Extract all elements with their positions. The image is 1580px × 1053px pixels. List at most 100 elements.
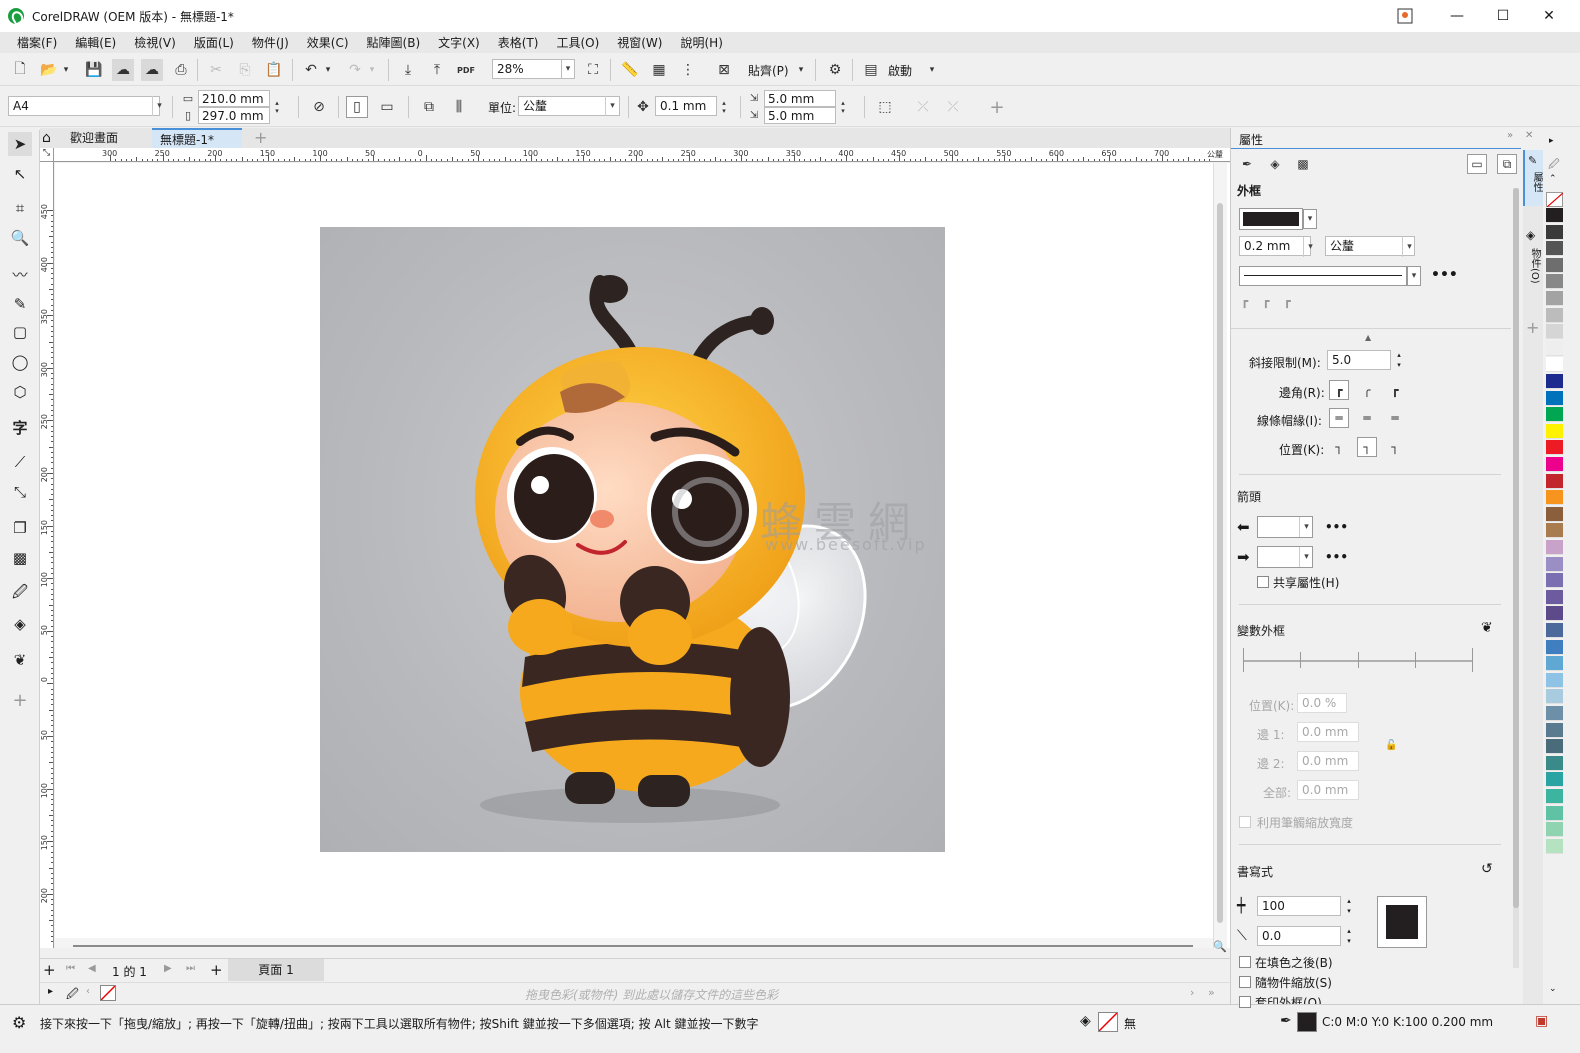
undo-dropdown-icon[interactable]: ▾ [322,59,334,81]
palette-color-swatch[interactable] [1546,473,1563,489]
palette-no-color-swatch[interactable] [1546,192,1564,208]
redo-icon[interactable]: ↷ [344,59,366,81]
launch-label[interactable]: 啟動 [888,62,912,79]
palette-color-swatch[interactable] [1546,241,1563,257]
corner-miter-icon[interactable]: ┏ [1329,380,1349,400]
color-proof-icon[interactable]: ▣ [1535,1013,1548,1029]
palette-color-swatch[interactable] [1546,639,1563,655]
palette-color-swatch[interactable] [1546,623,1563,638]
end-arrow-dropdown-icon[interactable]: ▾ [1299,547,1313,567]
palette-color-swatch[interactable] [1546,822,1563,838]
polygon-tool-icon[interactable]: ⬡ [8,380,32,404]
ellipse-tool-icon[interactable]: ◯ [8,350,32,374]
duplicate-spinner[interactable]: ▴ ▾ [838,90,848,124]
zoom-dropdown-icon[interactable]: ▾ [561,59,575,79]
next-page-icon[interactable]: ▶ [164,963,172,974]
horizontal-scroll-thumb[interactable] [73,945,1193,947]
lock-sides-icon[interactable]: 🔓 [1385,740,1397,751]
palette-scroll-right-icon[interactable]: › [1190,986,1194,999]
menu-window[interactable]: 視窗(W) [608,34,671,51]
palette-color-swatch[interactable] [1546,274,1563,290]
start-arrow-dropdown-icon[interactable]: ▾ [1299,517,1313,537]
menu-file[interactable]: 檔案(F) [8,34,66,51]
palette-color-swatch[interactable] [1546,374,1563,389]
outline-color-dropdown-icon[interactable]: ▾ [1303,209,1317,229]
launch-dropdown-icon[interactable]: ▾ [926,59,938,81]
docker-layout-icon[interactable]: ▭ [1467,154,1487,174]
interactive-fill-tool-icon[interactable]: ◈ [8,612,32,636]
copy-icon[interactable]: ⎘ [234,59,256,81]
menu-tools[interactable]: 工具(O) [547,34,608,51]
vertical-scrollbar[interactable] [1213,163,1227,948]
rulers-icon[interactable]: 📏 [619,59,641,81]
artistic-media-tool-icon[interactable]: ✎ [8,292,32,316]
maximize-button[interactable]: ☐ [1480,0,1526,32]
palette-color-swatch[interactable] [1546,208,1563,223]
calligraphy-reset-icon[interactable]: ↺ [1481,861,1493,877]
page-size-select[interactable]: A4 [8,96,160,116]
crop-tool-icon[interactable]: ⌗ [8,196,32,220]
account-icon[interactable] [1382,0,1428,32]
nib-angle-field[interactable]: 0.0 [1257,926,1341,946]
pick-tool-icon[interactable]: ➤ [8,132,32,156]
palette-top-arrow-icon[interactable]: ▸ [1549,136,1554,146]
export-icon[interactable]: ⤒ [426,59,448,81]
palette-scroll-left-icon[interactable]: ‹ [86,986,90,997]
docker-close-icon[interactable]: ✕ [1525,130,1533,141]
corner-presets-icon[interactable]: ┏┏┏ [1241,294,1305,308]
palette-color-swatch[interactable] [1546,423,1563,439]
horizontal-ruler[interactable]: 300 250 200 150 100 50 0 50 100 150 200 250 300 350 40… [54,148,1230,162]
side-tab-objects[interactable]: ◈ 物件(O) [1523,226,1543,298]
palette-color-swatch[interactable] [1546,706,1563,721]
import-icon[interactable]: ⤓ [397,59,419,81]
var-position-field[interactable]: 0.0 % [1297,693,1347,713]
palette-expand-icon[interactable]: ▸ [48,986,53,997]
text-tool-icon[interactable]: 字 [8,415,32,439]
rectangle-tool-icon[interactable]: ▢ [8,320,32,344]
menu-text[interactable]: 文字(X) [429,34,489,51]
home-icon[interactable]: ⌂ [40,128,60,148]
cloud-sync-icon[interactable]: ☁ [141,59,163,81]
minimize-button[interactable]: — [1434,0,1480,32]
position-inside-icon[interactable]: ┐ [1385,437,1405,457]
cap-round-icon[interactable]: ═ [1357,408,1377,428]
outline-color-swatch[interactable] [1297,1012,1317,1032]
palette-color-swatch[interactable] [1546,755,1563,771]
palette-color-swatch[interactable] [1546,573,1563,589]
scale-with-object-checkbox[interactable] [1239,976,1251,988]
behind-fill-checkbox[interactable] [1239,956,1251,968]
start-arrow-more-icon[interactable]: ••• [1325,520,1348,534]
guidelines-icon[interactable]: ⋮ [677,59,699,81]
cap-square-icon[interactable]: ═ [1329,408,1349,428]
new-document-icon[interactable]: 🗋 [9,59,31,81]
page-width-field[interactable]: 210.0 mm [198,90,270,107]
palette-color-swatch[interactable] [1546,789,1563,804]
collapse-section-icon[interactable]: ▲ [1365,333,1371,342]
palette-color-swatch[interactable] [1546,689,1563,705]
stretch-field[interactable]: 100 [1257,896,1341,916]
palette-color-swatch[interactable] [1546,838,1563,854]
palette-color-swatch[interactable] [1546,722,1563,738]
variable-outline-tool-icon[interactable]: ❦ [1481,620,1493,636]
launch-app-icon[interactable]: ▤ [860,59,882,81]
export-pdf-icon[interactable]: PDF [455,59,477,81]
fill-none-swatch[interactable] [1098,1012,1118,1032]
side-tab-properties[interactable]: ✎ 屬性 [1523,150,1543,206]
nib-shape-preview[interactable] [1377,896,1427,948]
page-height-field[interactable]: 297.0 mm [198,107,270,124]
bee-artwork-image[interactable]: 蜂雲網 www.beesoft.vip [320,227,945,852]
docker-expand-icon[interactable]: » [1507,130,1513,141]
shape-tool-icon[interactable]: ↖ [8,162,32,186]
docker-scroll-thumb[interactable] [1513,188,1519,908]
connector-tool-icon[interactable]: ⤡ [8,480,32,504]
landscape-icon[interactable]: ▭ [376,96,398,118]
palette-scroll-down-icon[interactable]: ⌄ [1549,984,1557,994]
nudge-distance-field[interactable]: 0.1 mm [655,96,717,116]
add-tool-icon[interactable]: + [8,688,32,712]
outline-color-picker[interactable] [1239,208,1303,230]
position-outside-icon[interactable]: ┐ [1329,437,1349,457]
menu-object[interactable]: 物件(J) [243,34,298,51]
parallel-dimension-tool-icon[interactable]: ⟋ [8,450,32,474]
miter-spinner[interactable]: ▴ ▾ [1393,350,1405,372]
tab-welcome[interactable]: 歡迎畫面 [62,128,152,148]
